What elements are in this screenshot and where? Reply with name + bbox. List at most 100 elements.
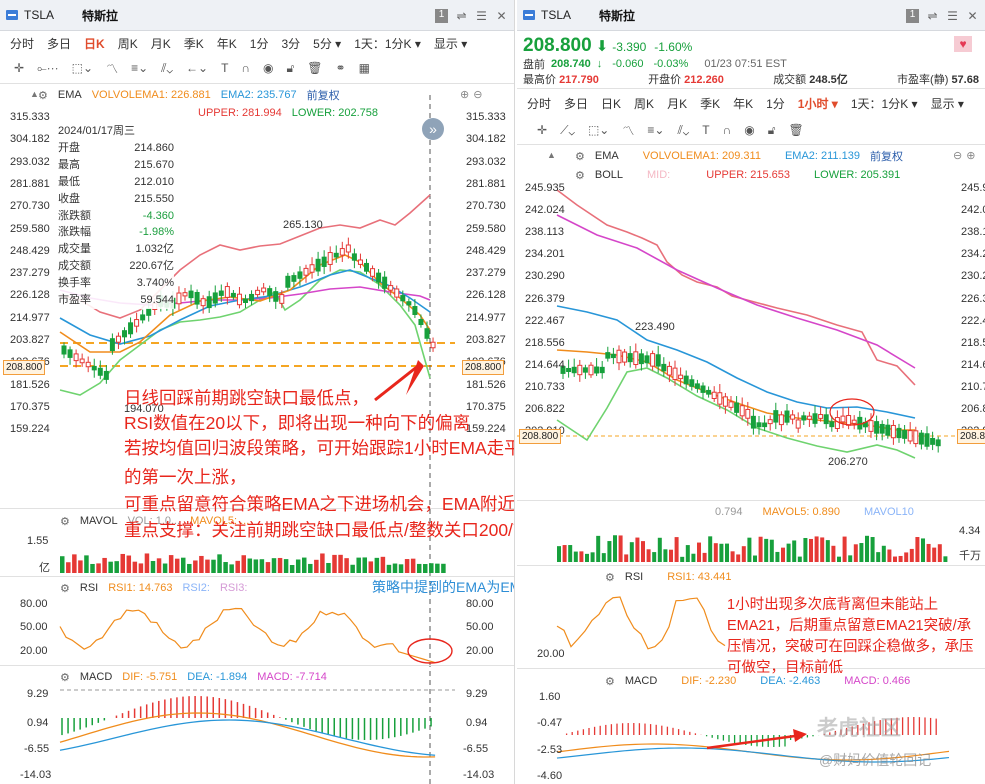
left-axis-r-tick-12: 181.526	[466, 378, 506, 391]
ohlc-value: 1.032亿	[135, 243, 174, 256]
volume-bar	[120, 553, 125, 573]
volume-bar-r	[585, 553, 589, 562]
ohlc-key: 收盘	[58, 192, 80, 205]
rsi-label-r: RSI	[624, 571, 644, 583]
volume-bar	[253, 559, 259, 573]
volume-bar-r	[713, 543, 718, 562]
rsi-axis-50-r: 50.00	[466, 621, 494, 633]
candle-body	[97, 367, 103, 376]
candle-body-r	[633, 351, 639, 366]
macd-label-r: MACD	[624, 675, 658, 687]
volume-bar	[168, 555, 174, 573]
left-axis-r-tick-2: 293.032	[466, 155, 506, 168]
volume-bar-r	[758, 536, 763, 562]
volume-bar	[441, 563, 446, 573]
macd-axis-1: 0.94	[27, 717, 49, 729]
left-axis-tick-1: 304.182	[10, 133, 50, 146]
rsi-settings-icon-r[interactable]: ⚙	[605, 571, 615, 584]
volume-bar	[320, 553, 325, 573]
high-price-label: 265.130	[283, 219, 323, 231]
candle-body-r	[918, 432, 924, 445]
volume-bar-r	[747, 537, 752, 562]
volume-bar	[181, 557, 186, 573]
ohlc-tooltip: 2024/01/17周三 开盘 214.860 最高 215.670 最低 212.010 收…	[58, 123, 174, 309]
candle-body	[61, 345, 67, 355]
candle-body-r	[924, 433, 930, 447]
volume-bar	[78, 560, 83, 573]
boll-mid-line-r	[556, 214, 916, 369]
candle-body	[255, 289, 261, 296]
volume-bar	[126, 555, 132, 573]
volume-bar	[199, 555, 204, 573]
candle-body-r	[885, 424, 891, 436]
candle-body-r	[851, 419, 857, 424]
candle-body-r	[616, 349, 622, 364]
volume-bar	[338, 554, 343, 573]
candle-body	[224, 286, 230, 298]
volume-bar-r	[825, 540, 830, 562]
ohlc-row-2: 最高 215.670	[58, 157, 174, 174]
left-axis-tick-0: 315.333	[10, 111, 50, 123]
candle-body-r	[610, 353, 616, 359]
candle-body-r	[672, 367, 678, 380]
volume-bar	[326, 562, 331, 573]
candle-body-r	[784, 410, 790, 423]
volume-bar	[211, 559, 216, 573]
volume-bar	[356, 557, 361, 573]
scroll-right-icon[interactable]: »	[422, 118, 444, 140]
volume-bar	[271, 558, 277, 573]
macd-settings-icon-r[interactable]: ⚙	[605, 675, 615, 688]
last-price-tag-left: 208.800	[3, 360, 46, 375]
candle-body	[333, 252, 339, 258]
left-axis-r-tick-8: 226.128	[466, 289, 506, 302]
volume-bar-r	[725, 543, 729, 562]
annotation-line-1: RSI数值在20以下，即将出现一种向下的偏离	[124, 413, 471, 433]
dif-value: DIF: -5.751	[122, 671, 178, 683]
last-price-tag-r-left: 208.800	[519, 429, 562, 444]
candle-body-r	[846, 415, 852, 426]
annotation-line-5: 重点支撑：关注前期跳空缺口最低点/整数关口200/前低194的支撑力度。	[124, 520, 514, 540]
candle-body-r	[605, 352, 611, 359]
volume-bar-r	[893, 556, 897, 562]
candle-body-r	[678, 374, 684, 380]
volume-bar-r	[853, 544, 858, 562]
candle-body-r	[627, 353, 633, 363]
watermark-logo: 老虎社区	[817, 717, 901, 740]
right-axis-tick-7: 218.556	[525, 336, 565, 349]
candle-body-r	[801, 415, 807, 421]
candle-body	[134, 319, 140, 327]
left-axis-r-tick-1: 304.182	[466, 133, 506, 146]
volume-bar	[368, 561, 374, 573]
candle-body	[412, 306, 418, 316]
volume-bar	[241, 555, 246, 573]
candle-body-r	[722, 396, 728, 407]
volume-bar-r	[820, 537, 825, 562]
rsi-settings-icon[interactable]: ⚙	[60, 582, 70, 595]
macd-settings-icon[interactable]: ⚙	[60, 671, 70, 684]
candle-body-r	[750, 415, 756, 429]
candle-body	[364, 262, 369, 272]
candle-body	[182, 292, 188, 297]
ohlc-value: 214.860	[134, 141, 174, 154]
candle-body	[212, 292, 218, 304]
mavol-settings-icon[interactable]: ⚙	[60, 515, 70, 528]
candle-body-r	[644, 355, 650, 364]
macd-axis-2-r2: -2.53	[537, 744, 563, 756]
volume-bar-r	[607, 541, 612, 562]
candle-body-r	[790, 414, 796, 420]
right-axis-r-tick-6: 222.467	[961, 314, 985, 327]
last-price-tag-right: 208.800	[462, 360, 505, 375]
candle-body	[345, 244, 351, 253]
candle-body	[236, 293, 242, 306]
volume-bar	[416, 563, 422, 573]
candle-body-r	[840, 415, 846, 423]
candle-body	[128, 322, 134, 335]
volume-bar	[84, 555, 89, 573]
candle-body	[370, 268, 376, 277]
volume-bar	[247, 558, 253, 573]
macd-dif-line	[59, 712, 436, 758]
ohlc-key: 成交额	[58, 260, 91, 273]
candle-body-r	[907, 430, 913, 442]
right-axis-tick-0: 245.935	[525, 182, 565, 194]
macd-axis-3-r: -14.03	[463, 769, 495, 781]
